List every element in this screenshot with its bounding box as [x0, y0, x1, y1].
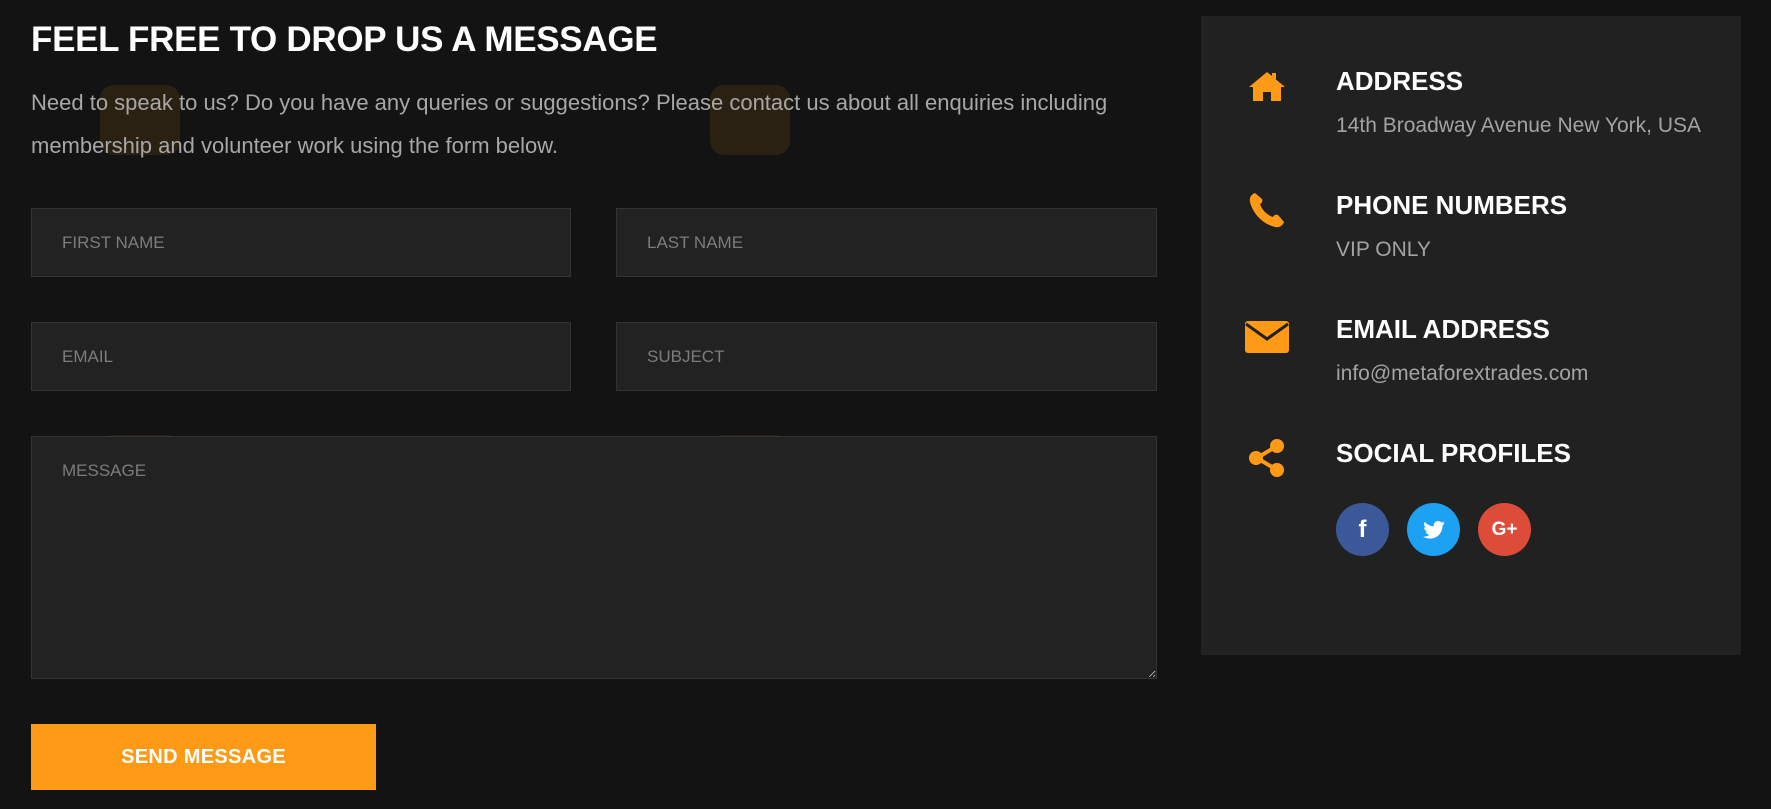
email-title: EMAIL ADDRESS [1336, 314, 1550, 344]
phone-text: VIP ONLY [1336, 238, 1431, 261]
social-profiles-title: SOCIAL PROFILES [1336, 438, 1571, 468]
subject-input[interactable] [616, 322, 1157, 391]
envelope-icon [1245, 321, 1289, 353]
share-icon [1249, 439, 1284, 477]
message-textarea[interactable] [31, 436, 1157, 679]
email-input[interactable] [31, 322, 571, 391]
facebook-icon: f [1358, 515, 1367, 543]
first-name-input[interactable] [31, 208, 571, 277]
address-text: 14th Broadway Avenue New York, USA [1336, 114, 1702, 137]
phone-title: PHONE NUMBERS [1336, 190, 1568, 220]
phone-icon [1249, 193, 1284, 228]
google-plus-icon: G+ [1491, 518, 1518, 540]
send-message-button[interactable]: SEND MESSAGE [31, 724, 376, 790]
last-name-input[interactable] [616, 208, 1157, 277]
home-icon [1249, 72, 1285, 101]
form-intro: Need to speak to us? Do you have any que… [31, 90, 1108, 158]
twitter-link[interactable] [1407, 503, 1460, 556]
twitter-icon [1422, 520, 1445, 539]
facebook-link[interactable]: f [1336, 503, 1389, 556]
address-title: ADDRESS [1336, 66, 1464, 96]
email-text: info@metaforextrades.com [1336, 362, 1589, 385]
contact-info-panel: ADDRESS 14th Broadway Avenue New York, U… [1201, 16, 1741, 655]
google-plus-link[interactable]: G+ [1478, 503, 1531, 556]
form-heading: FEEL FREE TO DROP US A MESSAGE [31, 20, 658, 59]
